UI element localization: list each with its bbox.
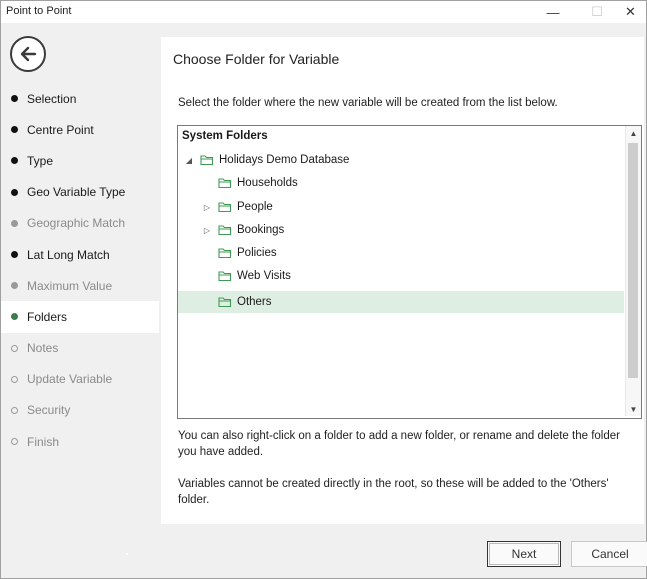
- tree-node-label: Households: [237, 177, 298, 189]
- nav-step-maximum-value[interactable]: Maximum Value: [1, 270, 159, 301]
- nav-step-update-variable[interactable]: Update Variable: [1, 364, 159, 395]
- nav-step-centre-point[interactable]: Centre Point: [1, 114, 159, 145]
- tree-node-label: Holidays Demo Database: [219, 154, 350, 166]
- tree-node-people[interactable]: ▷ People: [202, 196, 273, 218]
- tree-node-holidays-demo-database[interactable]: ◢ Holidays Demo Database: [184, 149, 349, 171]
- close-button[interactable]: ✕: [615, 1, 646, 23]
- arrow-left-icon: [20, 46, 37, 62]
- app-window: Point to Point — ☐ ✕ Selection Centre Poi…: [0, 0, 647, 579]
- minimize-button[interactable]: —: [531, 1, 575, 23]
- nav-step-label: Geographic Match: [27, 216, 126, 231]
- help-note-rename: You can also right-click on a folder to …: [178, 430, 620, 458]
- nav-step-geographic-match[interactable]: Geographic Match: [1, 208, 159, 239]
- step-status-dot-icon: [11, 282, 18, 290]
- step-status-dot-icon: [11, 219, 18, 227]
- tree-node-label: People: [237, 201, 273, 213]
- tree-node-bookings[interactable]: ▷ Bookings: [202, 219, 284, 241]
- tree-node-web-visits[interactable]: Web Visits: [202, 265, 291, 287]
- wizard-steps-nav: Selection Centre Point Type Geo Variable Ty…: [1, 83, 159, 457]
- folder-icon: [218, 224, 232, 236]
- nav-step-lat-long-match[interactable]: Lat Long Match: [1, 239, 159, 270]
- step-status-dot-icon: [11, 126, 18, 134]
- folder-icon: [218, 177, 232, 189]
- nav-step-geo-variable-type[interactable]: Geo Variable Type: [1, 177, 159, 208]
- nav-step-security[interactable]: Security: [1, 395, 159, 426]
- tree-node-label: Bookings: [237, 224, 285, 236]
- nav-step-label: Lat Long Match: [27, 247, 110, 262]
- nav-step-label: Selection: [27, 91, 77, 106]
- step-status-dot-icon: [11, 157, 18, 165]
- step-status-dot-icon: [11, 344, 18, 352]
- back-button[interactable]: [10, 36, 46, 72]
- nav-step-notes[interactable]: Notes: [1, 333, 159, 364]
- tree-node-households[interactable]: Households: [202, 172, 298, 194]
- folder-tree[interactable]: System Folders ◢ Holidays Demo Database Ho…: [177, 125, 642, 419]
- main-panel: Choose Folder for Variable Select the fo…: [161, 37, 644, 524]
- tree-node-policies[interactable]: Policies: [202, 242, 277, 264]
- nav-step-finish[interactable]: Finish: [1, 426, 159, 457]
- folder-icon: [218, 247, 232, 259]
- nav-step-label: Finish: [27, 434, 60, 449]
- next-button[interactable]: Next: [487, 541, 561, 567]
- nav-step-label: Security: [27, 403, 71, 418]
- maximize-button[interactable]: ☐: [575, 1, 619, 23]
- step-status-dot-icon: [11, 438, 18, 446]
- nav-step-selection[interactable]: Selection: [1, 83, 159, 114]
- collapsed-arrow-icon[interactable]: ▷: [202, 202, 212, 212]
- tree-node-label: Policies: [237, 247, 277, 259]
- step-status-dot-icon: [11, 313, 18, 321]
- window-title: Point to Point: [6, 5, 72, 17]
- folder-icon: [218, 296, 232, 308]
- tree-node-label: Others: [237, 296, 272, 308]
- instruction-text: Select the folder where the new variable…: [178, 97, 558, 109]
- title-bar: Point to Point — ☐ ✕: [1, 1, 646, 23]
- nav-step-label: Type: [27, 153, 54, 168]
- page-title: Choose Folder for Variable: [173, 51, 340, 67]
- scroll-up-icon[interactable]: ▲: [626, 126, 641, 140]
- folder-icon: [200, 154, 214, 166]
- nav-step-type[interactable]: Type: [1, 145, 159, 176]
- nav-step-label: Maximum Value: [27, 278, 113, 293]
- nav-step-label: Notes: [27, 341, 59, 356]
- scroll-thumb[interactable]: [628, 143, 638, 378]
- nav-step-label: Folders: [27, 309, 68, 324]
- nav-step-folders[interactable]: Folders: [1, 301, 159, 333]
- folder-icon: [218, 270, 232, 282]
- step-status-dot-icon: [11, 95, 18, 103]
- decorative-dot: [126, 553, 128, 555]
- nav-step-label: Centre Point: [27, 122, 94, 137]
- nav-step-label: Update Variable: [27, 372, 113, 387]
- tree-node-others[interactable]: Others: [178, 291, 624, 313]
- step-status-dot-icon: [11, 251, 18, 259]
- step-status-dot-icon: [11, 375, 18, 383]
- step-status-dot-icon: [11, 406, 18, 414]
- help-note-root: Variables cannot be created directly in …: [178, 478, 609, 506]
- tree-node-label: Web Visits: [237, 270, 291, 282]
- step-status-dot-icon: [11, 188, 18, 196]
- folder-icon: [218, 201, 232, 213]
- scroll-down-icon[interactable]: ▼: [626, 402, 641, 416]
- tree-scrollbar[interactable]: ▲ ▼: [625, 126, 641, 416]
- collapsed-arrow-icon[interactable]: ▷: [202, 225, 212, 235]
- tree-root-label: System Folders: [182, 130, 268, 142]
- cancel-button[interactable]: Cancel: [571, 541, 647, 567]
- expanded-arrow-icon[interactable]: ◢: [184, 155, 194, 165]
- nav-step-label: Geo Variable Type: [27, 185, 126, 200]
